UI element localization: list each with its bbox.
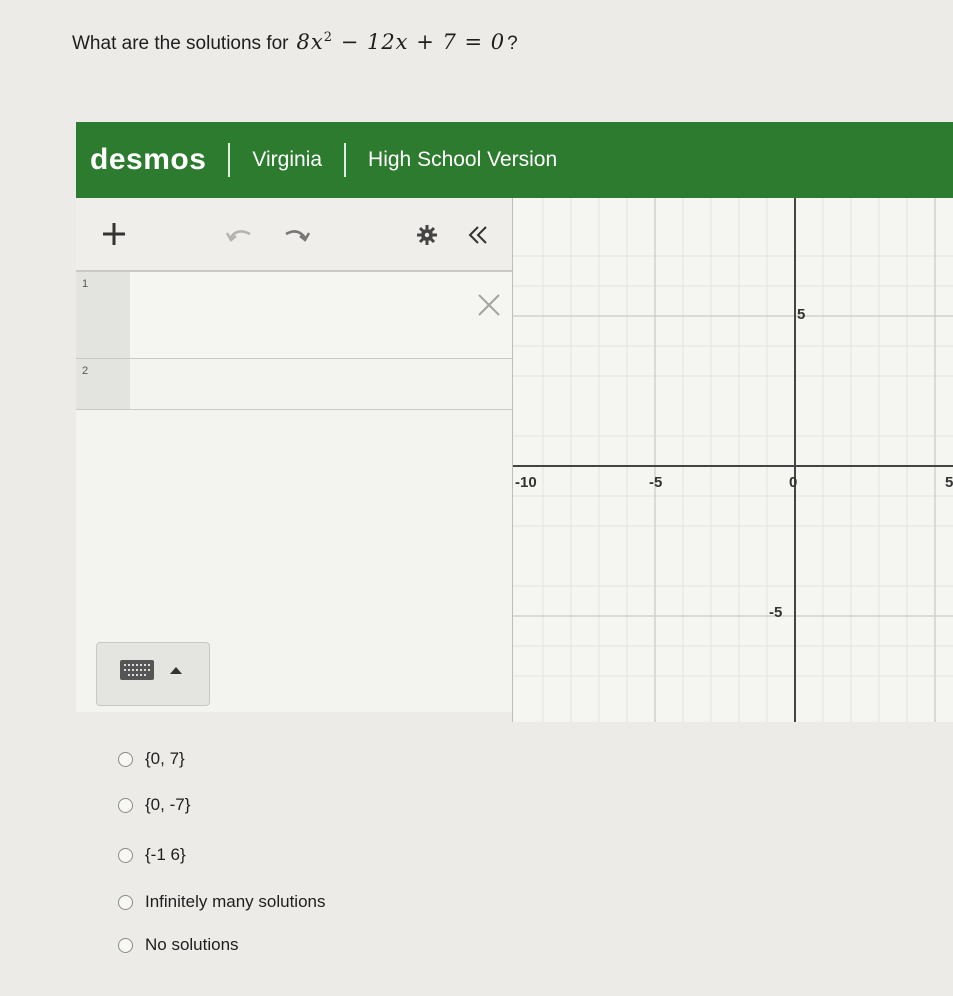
equation: 8x2 − 12x + 7 = 0 (297, 30, 506, 54)
keyboard-icon (120, 660, 154, 680)
equation-rest: − 12x + 7 = 0 (340, 30, 506, 54)
answer-option[interactable]: {0, -7} (118, 795, 190, 815)
double-chevron-left-icon (468, 226, 487, 244)
expression-gutter: 1 (76, 272, 130, 358)
expression-toolbar (76, 198, 512, 272)
desmos-header: desmos Virginia High School Version (76, 122, 953, 198)
equation-term-a: 8x (296, 30, 324, 54)
close-icon[interactable] (476, 292, 502, 318)
expression-number: 2 (82, 365, 89, 377)
answer-label: {0, 7} (145, 749, 185, 768)
redo-button[interactable] (280, 218, 314, 250)
keypad-toggle-button[interactable] (96, 642, 210, 706)
expression-list: 1 2 (76, 272, 512, 712)
radio-button[interactable] (118, 937, 133, 953)
collapse-list-button[interactable] (462, 220, 496, 250)
answer-option[interactable]: {-1 6} (118, 845, 186, 865)
undo-button[interactable] (222, 218, 256, 250)
answer-label: Infinitely many solutions (145, 892, 326, 911)
expression-input[interactable] (132, 367, 472, 401)
equation-exponent: 2 (323, 30, 333, 45)
expression-gutter: 2 (76, 359, 130, 409)
x-tick-label: 0 (789, 474, 798, 491)
plus-icon (103, 223, 125, 245)
expression-row[interactable]: 1 (76, 272, 512, 359)
redo-icon (285, 230, 311, 242)
answer-option[interactable]: No solutions (118, 935, 239, 955)
answer-label: No solutions (145, 935, 239, 954)
header-version: High School Version (368, 148, 558, 171)
radio-button[interactable] (118, 847, 133, 863)
settings-button[interactable] (412, 220, 442, 250)
question-mark: ? (507, 33, 518, 54)
y-tick-label: -5 (769, 604, 783, 621)
question-prefix: What are the solutions for (72, 33, 289, 54)
radio-button[interactable] (118, 751, 133, 767)
add-item-button[interactable] (94, 216, 134, 252)
desmos-logo: desmos (90, 143, 207, 176)
answer-label: {0, -7} (145, 795, 191, 814)
header-region: Virginia (252, 148, 323, 171)
answer-option[interactable]: {0, 7} (118, 749, 185, 769)
x-tick-label: -5 (649, 474, 663, 491)
radio-button[interactable] (118, 894, 133, 910)
radio-button[interactable] (118, 797, 133, 813)
question-text: What are the solutions for 8x2 − 12x + 7… (72, 30, 518, 55)
caret-up-icon (170, 667, 182, 674)
expression-number: 1 (82, 278, 89, 290)
gear-icon (417, 225, 437, 245)
undo-icon (225, 230, 251, 242)
expression-row[interactable]: 2 (76, 359, 512, 410)
x-tick-label: -10 (515, 474, 537, 491)
answer-option[interactable]: Infinitely many solutions (118, 892, 325, 912)
header-divider (228, 143, 231, 177)
answer-label: {-1 6} (145, 845, 186, 864)
graph-paper[interactable]: -10 -5 0 5 5 -5 (512, 198, 953, 722)
y-tick-label: 5 (797, 306, 806, 323)
graph-grid (513, 198, 953, 722)
x-tick-label: 5 (945, 474, 953, 491)
expression-input[interactable] (132, 280, 472, 350)
header-divider (344, 143, 347, 177)
